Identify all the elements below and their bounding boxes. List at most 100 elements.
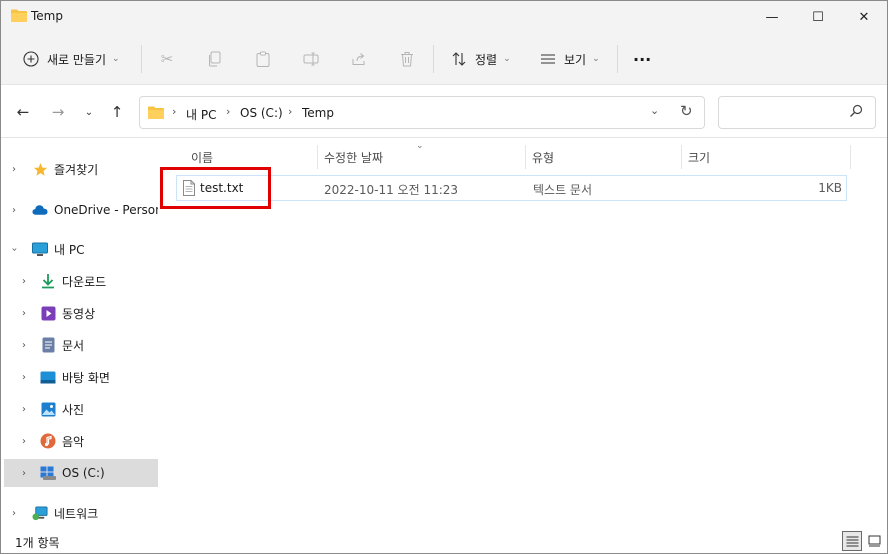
up-arrow-icon[interactable]: ↑ bbox=[107, 102, 127, 122]
sidebar-item-label: 음악 bbox=[62, 434, 85, 449]
sidebar-item-documents[interactable]: › 문서 bbox=[4, 331, 158, 359]
search-icon bbox=[849, 104, 863, 122]
breadcrumb-separator-icon[interactable]: › bbox=[226, 105, 230, 118]
paste-button[interactable] bbox=[253, 47, 273, 71]
video-icon bbox=[40, 305, 56, 321]
more-options-button[interactable]: ··· bbox=[633, 47, 651, 71]
sidebar-item-favorites[interactable]: › 즐겨찾기 bbox=[4, 155, 158, 183]
details-view-icon bbox=[846, 536, 858, 547]
chevron-right-icon[interactable]: › bbox=[22, 372, 26, 383]
forward-arrow-icon[interactable]: → bbox=[48, 102, 68, 122]
sidebar-item-label: 즐겨찾기 bbox=[54, 162, 99, 177]
column-divider[interactable] bbox=[525, 145, 526, 169]
breadcrumb-separator-icon[interactable]: › bbox=[172, 105, 176, 118]
network-icon bbox=[32, 505, 48, 521]
sidebar-item-videos[interactable]: › 동영상 bbox=[4, 299, 158, 327]
chevron-right-icon[interactable]: › bbox=[22, 276, 26, 287]
chevron-right-icon[interactable]: › bbox=[22, 436, 26, 447]
sidebar-item-label: 바탕 화면 bbox=[62, 370, 110, 385]
highlight-annotation-box bbox=[160, 167, 271, 209]
view-label: 보기 bbox=[564, 52, 587, 67]
share-button[interactable] bbox=[349, 47, 369, 71]
sidebar-item-music[interactable]: › 음악 bbox=[4, 427, 158, 455]
sidebar-item-os-drive[interactable]: › OS (C:) bbox=[4, 459, 158, 487]
navigation-pane: › 즐겨찾기 › OneDrive - Personal › 내 PC › bbox=[1, 139, 159, 529]
column-divider[interactable] bbox=[317, 145, 318, 169]
sidebar-item-label: 동영상 bbox=[62, 306, 96, 321]
sidebar-item-label: 네트워크 bbox=[54, 506, 99, 521]
details-view-button[interactable] bbox=[842, 531, 862, 551]
file-explorer-window: Temp — ☐ ✕ 새로 만들기 ⌄ ✂ 정렬 ⌄ 보기 ⌄ ··· ← → … bbox=[0, 0, 888, 554]
chevron-right-icon[interactable]: › bbox=[22, 340, 26, 351]
folder-icon bbox=[148, 106, 164, 119]
toolbar-divider bbox=[433, 45, 434, 73]
new-button-label: 새로 만들기 bbox=[47, 52, 107, 67]
file-size: 1KB bbox=[818, 181, 842, 195]
sort-button[interactable]: 정렬 ⌄ bbox=[449, 47, 511, 71]
chevron-down-icon[interactable]: › bbox=[9, 247, 20, 251]
breadcrumb-my-pc[interactable]: 내 PC bbox=[186, 106, 216, 123]
rename-icon bbox=[301, 49, 321, 69]
sidebar-item-onedrive[interactable]: › OneDrive - Personal bbox=[4, 196, 158, 224]
chevron-right-icon[interactable]: › bbox=[22, 468, 26, 479]
rename-button[interactable] bbox=[301, 47, 321, 71]
chevron-right-icon[interactable]: › bbox=[12, 164, 16, 175]
column-header-name[interactable]: 이름 bbox=[191, 145, 213, 169]
breadcrumb-separator-icon[interactable]: › bbox=[288, 105, 292, 118]
breadcrumb-temp[interactable]: Temp bbox=[302, 106, 334, 120]
copy-icon bbox=[205, 49, 225, 69]
refresh-icon[interactable]: ↻ bbox=[680, 102, 693, 120]
sidebar-item-label: 내 PC bbox=[54, 242, 85, 257]
sidebar-item-label: 문서 bbox=[62, 338, 85, 353]
window-title: Temp bbox=[31, 9, 63, 23]
column-header-type[interactable]: 유형 bbox=[532, 145, 554, 169]
search-input[interactable] bbox=[718, 96, 876, 129]
toolbar-divider bbox=[141, 45, 142, 73]
document-icon bbox=[40, 337, 56, 353]
download-icon bbox=[40, 273, 56, 289]
cloud-icon bbox=[32, 202, 48, 218]
recent-locations-chevron-icon[interactable]: ⌄ bbox=[79, 102, 99, 122]
column-header-size[interactable]: 크기 bbox=[688, 145, 710, 169]
column-divider[interactable] bbox=[850, 145, 851, 169]
status-bar: 1개 항목 bbox=[1, 529, 887, 553]
share-icon bbox=[349, 49, 369, 69]
cut-button[interactable]: ✂ bbox=[157, 47, 177, 71]
address-bar[interactable]: › 내 PC › OS (C:) › Temp ⌄ ↻ bbox=[139, 96, 705, 129]
delete-button[interactable] bbox=[397, 47, 417, 71]
table-row[interactable]: test.txt 2022-10-11 오전 11:23 텍스트 문서 1KB bbox=[176, 175, 847, 201]
sidebar-item-network[interactable]: › 네트워크 bbox=[4, 499, 158, 527]
back-arrow-icon[interactable]: ← bbox=[13, 102, 33, 122]
breadcrumb-os-drive[interactable]: OS (C:) bbox=[240, 106, 283, 120]
sidebar-item-downloads[interactable]: › 다운로드 bbox=[4, 267, 158, 295]
close-button[interactable]: ✕ bbox=[841, 1, 887, 33]
address-history-chevron-icon[interactable]: ⌄ bbox=[650, 104, 659, 117]
large-icons-view-button[interactable] bbox=[864, 531, 884, 551]
chevron-right-icon[interactable]: › bbox=[12, 205, 16, 216]
chevron-right-icon[interactable]: › bbox=[22, 308, 26, 319]
drive-icon bbox=[40, 465, 56, 481]
chevron-right-icon[interactable]: › bbox=[12, 508, 16, 519]
view-button[interactable]: 보기 ⌄ bbox=[538, 47, 600, 71]
trash-icon bbox=[397, 49, 417, 69]
file-type: 텍스트 문서 bbox=[533, 183, 593, 197]
item-count: 1개 항목 bbox=[15, 536, 60, 550]
column-divider[interactable] bbox=[681, 145, 682, 169]
chevron-down-icon: ⌄ bbox=[112, 54, 120, 64]
sidebar-item-pictures[interactable]: › 사진 bbox=[4, 395, 158, 423]
minimize-button[interactable]: — bbox=[749, 1, 795, 33]
toolbar-divider bbox=[617, 45, 618, 73]
column-header-modified[interactable]: 수정한 날짜 bbox=[324, 145, 383, 169]
sidebar-item-my-pc[interactable]: › 내 PC bbox=[4, 235, 158, 263]
file-modified: 2022-10-11 오전 11:23 bbox=[324, 183, 459, 197]
scissors-icon: ✂ bbox=[160, 50, 174, 68]
address-row: ← → ⌄ ↑ › 내 PC › OS (C:) › Temp ⌄ ↻ bbox=[1, 86, 887, 138]
list-view-icon bbox=[538, 49, 558, 69]
sidebar-item-label: OneDrive - Personal bbox=[54, 203, 158, 217]
maximize-button[interactable]: ☐ bbox=[795, 1, 841, 33]
copy-button[interactable] bbox=[205, 47, 225, 71]
sort-arrows-icon bbox=[449, 49, 469, 69]
sidebar-item-desktop[interactable]: › 바탕 화면 bbox=[4, 363, 158, 391]
new-button[interactable]: 새로 만들기 ⌄ bbox=[21, 47, 120, 71]
chevron-right-icon[interactable]: › bbox=[22, 404, 26, 415]
